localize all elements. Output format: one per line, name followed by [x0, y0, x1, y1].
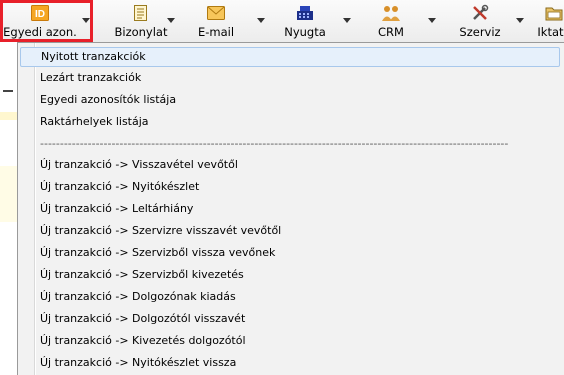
document-icon [130, 3, 152, 23]
document-button[interactable]: Bizonylat [113, 1, 169, 41]
collapse-mark [3, 90, 13, 92]
highlight-band [0, 166, 17, 222]
receipt-label: Nyugta [284, 25, 326, 39]
document-dropdown-arrow[interactable] [165, 14, 177, 26]
filing-button[interactable]: Iktatá [534, 1, 564, 41]
menu-item-transaction[interactable]: Új tranzakció -> Visszavétel vevőtől [20, 155, 560, 175]
envelope-icon [205, 3, 227, 23]
menu-item-transaction[interactable]: Új tranzakció -> Nyitókészlet [20, 177, 560, 197]
unique-id-button[interactable]: ID Egyedi azon. [2, 1, 78, 41]
menu-item-unique-id-list[interactable]: Egyedi azonosítók listája [20, 90, 560, 110]
menu-separator: ----------------------------------------… [40, 137, 509, 150]
menu-item-transaction[interactable]: Új tranzakció -> Szervizre visszavét vev… [20, 221, 560, 241]
menu-item-storage-list[interactable]: Raktárhelyek listája [20, 112, 560, 132]
folder-icon [543, 3, 564, 23]
filing-label: Iktatá [537, 25, 564, 39]
background-panel [0, 42, 17, 375]
menu-item-transaction[interactable]: Új tranzakció -> Szervizből kivezetés [20, 265, 560, 285]
menu-item-transaction[interactable]: Új tranzakció -> Nyitókészlet vissza [20, 353, 560, 373]
unique-id-label: Egyedi azon. [3, 25, 77, 39]
id-icon: ID [29, 3, 51, 23]
email-label: E-mail [197, 25, 235, 39]
tools-icon [469, 3, 491, 23]
main-toolbar: ID Egyedi azon. Bizonylat E-mail Nyugta … [0, 0, 564, 43]
crm-dropdown-arrow[interactable] [426, 14, 438, 26]
email-button[interactable]: E-mail [193, 1, 239, 41]
service-dropdown-arrow[interactable] [514, 14, 526, 26]
menu-item-transaction[interactable]: Új tranzakció -> Kivezetés dolgozótól [20, 331, 560, 351]
document-label: Bizonylat [114, 25, 168, 39]
menu-item-open-transactions[interactable]: Nyitott tranzakciók [20, 47, 560, 67]
menu-item-transaction[interactable]: Új tranzakció -> Dolgozótól visszavét [20, 309, 560, 329]
cash-register-icon [294, 3, 316, 23]
menu-item-transaction[interactable]: Új tranzakció -> Leltárhiány [20, 199, 560, 219]
receipt-button[interactable]: Nyugta [280, 1, 330, 41]
service-button[interactable]: Szerviz [458, 1, 502, 41]
menu-item-transaction[interactable]: Új tranzakció -> Dolgozónak kiadás [20, 287, 560, 307]
unique-id-dropdown-arrow[interactable] [80, 14, 92, 26]
highlight-band [0, 112, 17, 120]
email-dropdown-arrow[interactable] [255, 14, 267, 26]
unique-id-dropdown-menu: Nyitott tranzakciók Lezárt tranzakciók E… [17, 42, 564, 375]
crm-button[interactable]: CRM [376, 1, 406, 41]
receipt-dropdown-arrow[interactable] [341, 14, 353, 26]
crm-label: CRM [378, 25, 404, 39]
people-icon [380, 3, 402, 23]
svg-text:ID: ID [35, 9, 45, 20]
menu-item-transaction[interactable]: Új tranzakció -> Szervizből vissza vevőn… [20, 243, 560, 263]
service-label: Szerviz [459, 25, 501, 39]
menu-item-closed-transactions[interactable]: Lezárt tranzakciók [20, 68, 560, 88]
